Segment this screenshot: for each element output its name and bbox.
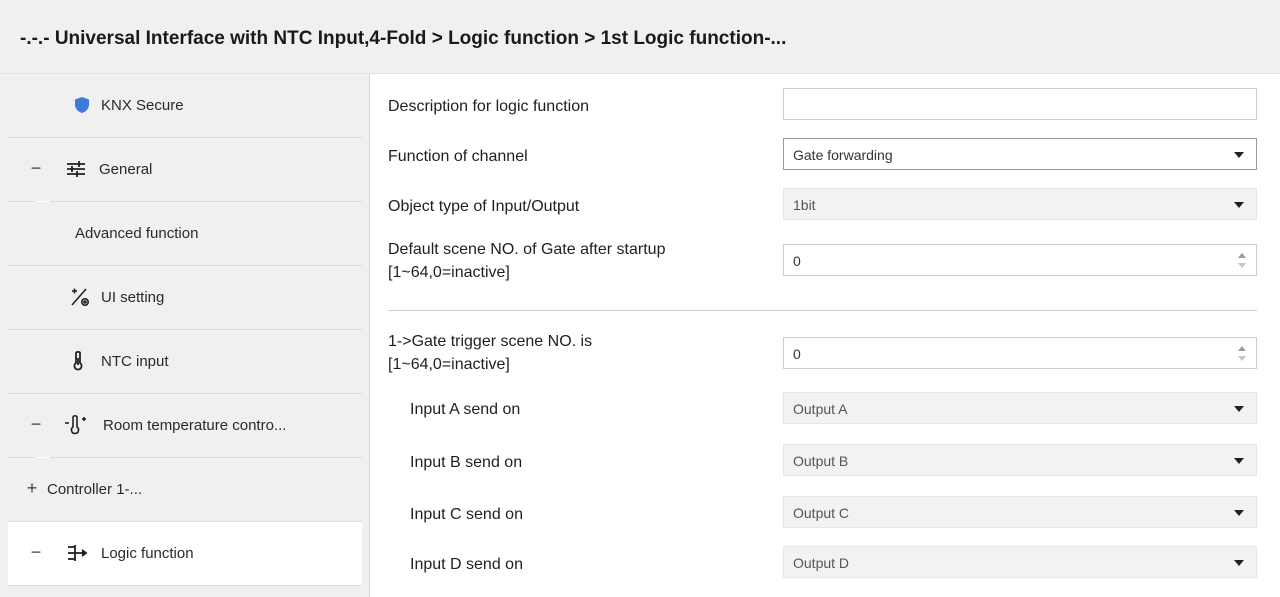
input-b-label: Input B send on xyxy=(410,454,523,471)
object-type-label: Object type of Input/Output xyxy=(388,198,580,215)
input-d-label: Input D send on xyxy=(410,556,523,573)
page-title: -.-.- Universal Interface with NTC Input… xyxy=(20,28,787,49)
chevron-down-icon xyxy=(1234,152,1244,158)
sidebar: KNX Secure − General Advanced function U… xyxy=(0,74,370,597)
section-divider xyxy=(388,310,1257,311)
object-type-select[interactable]: 1bit xyxy=(783,188,1257,220)
description-input[interactable] xyxy=(783,88,1257,120)
spinner-arrows-icon[interactable] xyxy=(1237,251,1247,271)
input-c-select[interactable]: Output C xyxy=(783,496,1257,528)
input-a-select[interactable]: Output A xyxy=(783,392,1257,424)
default-scene-range-label: [1~64,0=inactive] xyxy=(388,264,510,281)
sidebar-item-label: NTC input xyxy=(101,353,169,370)
default-scene-label: Default scene NO. of Gate after startup xyxy=(388,241,666,258)
sidebar-item-knx-secure[interactable]: KNX Secure xyxy=(8,74,362,138)
sidebar-item-label: Room temperature contro... xyxy=(103,417,287,434)
function-channel-label: Function of channel xyxy=(388,148,528,165)
spinner-arrows-icon[interactable] xyxy=(1237,344,1247,364)
thermometer-icon xyxy=(66,350,90,372)
logic-gate-icon xyxy=(66,542,90,564)
sidebar-item-advanced-function[interactable]: Advanced function xyxy=(8,202,362,266)
room-thermometer-icon xyxy=(64,414,88,436)
expand-icon[interactable]: + xyxy=(24,478,40,498)
chevron-down-icon xyxy=(1234,560,1244,566)
sidebar-item-label: KNX Secure xyxy=(101,97,184,114)
sidebar-item-ui-setting[interactable]: UI setting xyxy=(8,266,362,330)
sliders-icon xyxy=(64,158,88,180)
default-scene-stepper[interactable]: 0 xyxy=(783,244,1257,276)
chevron-down-icon xyxy=(1234,406,1244,412)
sidebar-item-controller-1[interactable]: + Controller 1-... xyxy=(8,458,362,522)
gate-trigger-label: 1->Gate trigger scene NO. is xyxy=(388,333,593,350)
sidebar-item-label: UI setting xyxy=(101,289,165,306)
sidebar-item-ntc-input[interactable]: NTC input xyxy=(8,330,362,394)
collapse-icon[interactable]: − xyxy=(28,158,44,178)
chevron-down-icon xyxy=(1234,510,1244,516)
sidebar-item-label: General xyxy=(99,161,153,178)
parameter-panel: Description for logic function Function … xyxy=(371,74,1280,597)
sidebar-item-label: Advanced function xyxy=(75,225,199,242)
chevron-down-icon xyxy=(1234,458,1244,464)
input-c-label: Input C send on xyxy=(410,506,523,523)
sidebar-item-label: Logic function xyxy=(101,545,194,562)
input-d-select[interactable]: Output D xyxy=(783,546,1257,578)
chevron-down-icon xyxy=(1234,202,1244,208)
collapse-icon[interactable]: − xyxy=(28,414,44,434)
gate-trigger-range-label: [1~64,0=inactive] xyxy=(388,356,510,373)
gate-trigger-stepper[interactable]: 0 xyxy=(783,337,1257,369)
function-channel-select[interactable]: Gate forwarding xyxy=(783,138,1257,170)
ui-setting-icon xyxy=(68,286,92,308)
description-label: Description for logic function xyxy=(388,98,589,115)
input-a-label: Input A send on xyxy=(410,401,521,418)
sidebar-item-label: Controller 1-... xyxy=(47,481,143,498)
input-b-select[interactable]: Output B xyxy=(783,444,1257,476)
sidebar-item-logic-function[interactable]: − Logic function xyxy=(8,522,362,586)
title-bar: -.-.- Universal Interface with NTC Input… xyxy=(0,0,1280,74)
sidebar-item-room-temperature[interactable]: − Room temperature contro... xyxy=(8,394,362,458)
collapse-icon[interactable]: − xyxy=(28,542,44,562)
sidebar-item-general[interactable]: − General xyxy=(8,138,362,202)
shield-icon xyxy=(70,94,94,116)
